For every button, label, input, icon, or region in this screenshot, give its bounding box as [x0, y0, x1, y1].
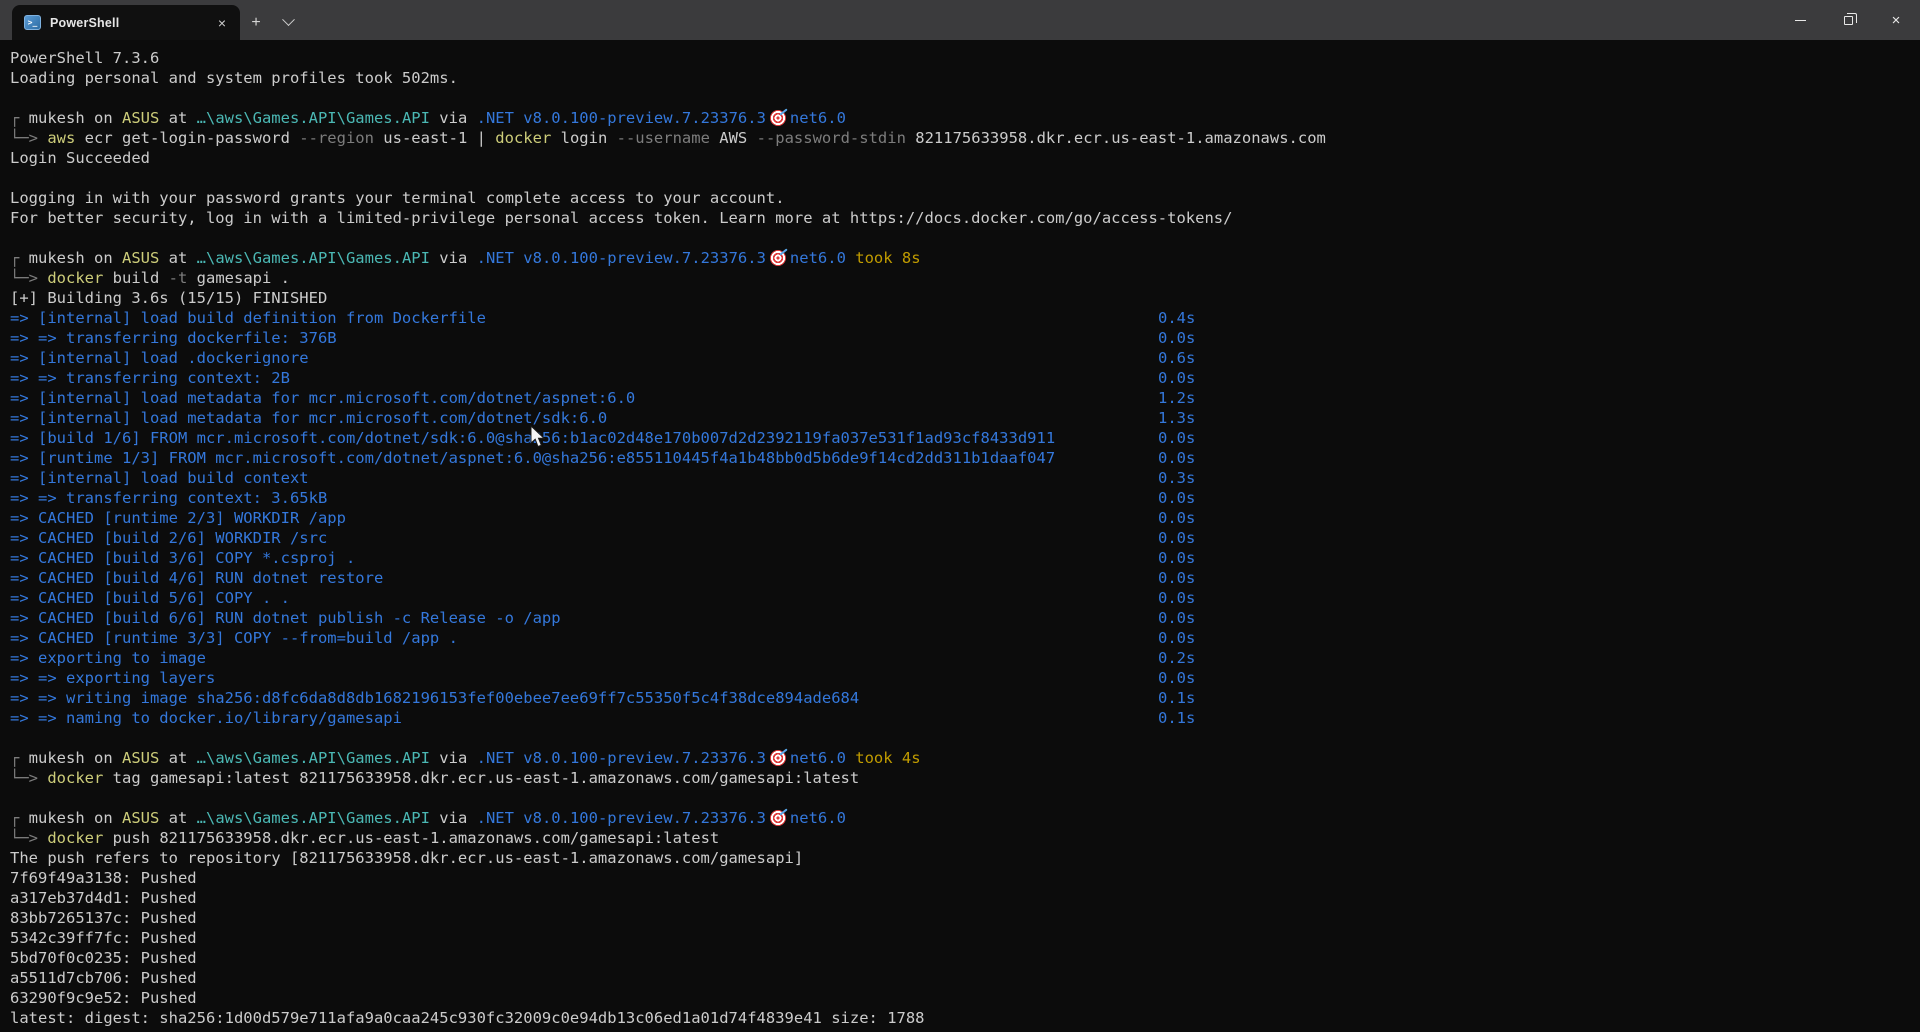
- terminal-line: => [internal] load .dockerignore0.6s: [10, 348, 1920, 368]
- terminal-line: => CACHED [runtime 2/3] WORKDIR /app0.0s: [10, 508, 1920, 528]
- step-duration: 0.0s: [1158, 328, 1195, 348]
- step-duration: 0.0s: [1158, 588, 1195, 608]
- terminal-line: => => transferring context: 3.65kB0.0s: [10, 488, 1920, 508]
- tab-dropdown-button[interactable]: [272, 5, 304, 40]
- dotnet-target-icon: [770, 750, 786, 766]
- terminal-line: The push refers to repository [821175633…: [10, 848, 1920, 868]
- terminal-line: PowerShell 7.3.6: [10, 48, 1920, 68]
- minimize-button[interactable]: [1776, 0, 1824, 40]
- terminal-line: => CACHED [build 2/6] WORKDIR /src0.0s: [10, 528, 1920, 548]
- minimize-icon: [1795, 20, 1806, 21]
- terminal-line: 83bb7265137c: Pushed: [10, 908, 1920, 928]
- terminal-line: => CACHED [build 6/6] RUN dotnet publish…: [10, 608, 1920, 628]
- terminal-line: └─> docker tag gamesapi:latest 821175633…: [10, 768, 1920, 788]
- step-duration: 0.4s: [1158, 308, 1195, 328]
- powershell-icon: >_: [24, 15, 41, 30]
- terminal-line: => [build 1/6] FROM mcr.microsoft.com/do…: [10, 428, 1920, 448]
- dotnet-target-icon: [770, 250, 786, 266]
- terminal-line: a317eb37d4d1: Pushed: [10, 888, 1920, 908]
- terminal-line: 5bd70f0c0235: Pushed: [10, 948, 1920, 968]
- step-duration: 0.6s: [1158, 348, 1195, 368]
- restore-icon: [1844, 16, 1853, 25]
- terminal-line: 5342c39ff7fc: Pushed: [10, 928, 1920, 948]
- terminal-line: => => writing image sha256:d8fc6da8d8db1…: [10, 688, 1920, 708]
- restore-button[interactable]: [1824, 0, 1872, 40]
- terminal-line: => => transferring dockerfile: 376B0.0s: [10, 328, 1920, 348]
- tab-close-icon[interactable]: ×: [214, 15, 230, 31]
- terminal-line: 63290f9c9e52: Pushed: [10, 988, 1920, 1008]
- terminal-line: => [internal] load build definition from…: [10, 308, 1920, 328]
- step-duration: 0.1s: [1158, 708, 1195, 728]
- terminal-line: Loading personal and system profiles too…: [10, 68, 1920, 88]
- step-duration: 0.0s: [1158, 608, 1195, 628]
- terminal-line: [+] Building 3.6s (15/15) FINISHED: [10, 288, 1920, 308]
- chevron-down-icon: [282, 13, 295, 26]
- terminal-line: [10, 88, 1920, 108]
- dotnet-target-icon: [770, 110, 786, 126]
- terminal-line: ┌ mukesh on ASUS at …\aws\Games.API\Game…: [10, 108, 1920, 128]
- step-duration: 0.0s: [1158, 368, 1195, 388]
- step-duration: 0.0s: [1158, 628, 1195, 648]
- terminal-line: [10, 228, 1920, 248]
- terminal-line: => [internal] load metadata for mcr.micr…: [10, 388, 1920, 408]
- step-duration: 0.0s: [1158, 508, 1195, 528]
- terminal-line: └─> aws ecr get-login-password --region …: [10, 128, 1920, 148]
- step-duration: 1.3s: [1158, 408, 1195, 428]
- terminal-line: => CACHED [build 3/6] COPY *.csproj .0.0…: [10, 548, 1920, 568]
- terminal-line: [10, 728, 1920, 748]
- terminal-line: ┌ mukesh on ASUS at …\aws\Games.API\Game…: [10, 808, 1920, 828]
- terminal-line: => [internal] load metadata for mcr.micr…: [10, 408, 1920, 428]
- step-duration: 0.0s: [1158, 548, 1195, 568]
- step-duration: 1.2s: [1158, 388, 1195, 408]
- terminal-line: Login Succeeded: [10, 148, 1920, 168]
- terminal-line: => => naming to docker.io/library/gamesa…: [10, 708, 1920, 728]
- terminal-line: └─> docker push 821175633958.dkr.ecr.us-…: [10, 828, 1920, 848]
- terminal-body[interactable]: PowerShell 7.3.6Loading personal and sys…: [0, 40, 1920, 1032]
- terminal-line: [10, 788, 1920, 808]
- step-duration: 0.0s: [1158, 488, 1195, 508]
- close-button[interactable]: ×: [1872, 0, 1920, 40]
- step-duration: 0.0s: [1158, 668, 1195, 688]
- tab-powershell[interactable]: >_ PowerShell ×: [12, 5, 240, 40]
- terminal-line: => exporting to image0.2s: [10, 648, 1920, 668]
- title-bar: >_ PowerShell × + ×: [0, 0, 1920, 40]
- terminal-line: Logging in with your password grants you…: [10, 188, 1920, 208]
- step-duration: 0.0s: [1158, 528, 1195, 548]
- terminal-line: => => transferring context: 2B0.0s: [10, 368, 1920, 388]
- terminal-line: [10, 168, 1920, 188]
- terminal-line: For better security, log in with a limit…: [10, 208, 1920, 228]
- step-duration: 0.0s: [1158, 568, 1195, 588]
- terminal-line: latest: digest: sha256:1d00d579e711afa9a…: [10, 1008, 1920, 1028]
- terminal-line: ┌ mukesh on ASUS at …\aws\Games.API\Game…: [10, 248, 1920, 268]
- terminal-line: └─> docker build -t gamesapi .: [10, 268, 1920, 288]
- tab-title: PowerShell: [50, 16, 214, 30]
- terminal-line: 7f69f49a3138: Pushed: [10, 868, 1920, 888]
- terminal-window: >_ PowerShell × + × PowerShell 7.3.6Load…: [0, 0, 1920, 1032]
- terminal-line: => CACHED [runtime 3/3] COPY --from=buil…: [10, 628, 1920, 648]
- terminal-line: => [runtime 1/3] FROM mcr.microsoft.com/…: [10, 448, 1920, 468]
- step-duration: 0.0s: [1158, 428, 1195, 448]
- dotnet-target-icon: [770, 810, 786, 826]
- new-tab-button[interactable]: +: [240, 5, 272, 40]
- titlebar-drag-region: [304, 0, 1776, 40]
- terminal-line: ┌ mukesh on ASUS at …\aws\Games.API\Game…: [10, 748, 1920, 768]
- step-duration: 0.2s: [1158, 648, 1195, 668]
- step-duration: 0.3s: [1158, 468, 1195, 488]
- terminal-line: a5511d7cb706: Pushed: [10, 968, 1920, 988]
- terminal-line: => [internal] load build context0.3s: [10, 468, 1920, 488]
- terminal-line: => CACHED [build 5/6] COPY . .0.0s: [10, 588, 1920, 608]
- terminal-line: => CACHED [build 4/6] RUN dotnet restore…: [10, 568, 1920, 588]
- terminal-line: => => exporting layers0.0s: [10, 668, 1920, 688]
- step-duration: 0.1s: [1158, 688, 1195, 708]
- step-duration: 0.0s: [1158, 448, 1195, 468]
